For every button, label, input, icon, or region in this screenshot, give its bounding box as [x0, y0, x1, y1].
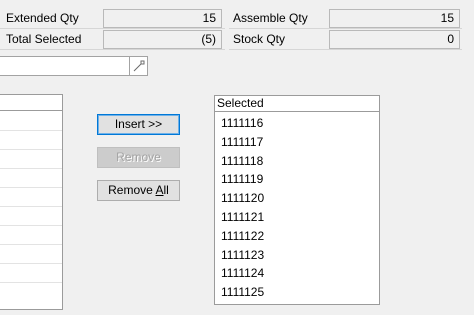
grid-line — [0, 244, 62, 245]
list-item[interactable]: 1111122 — [215, 227, 379, 246]
grid-line — [0, 206, 62, 207]
remove-all-label-suffix: ll — [163, 183, 169, 197]
available-list-header — [0, 94, 63, 111]
list-item[interactable]: 1111120 — [215, 189, 379, 208]
divider — [0, 49, 225, 50]
grid-line — [0, 168, 62, 169]
stock-qty-field: 0 — [329, 30, 460, 49]
remove-all-button[interactable]: Remove All — [97, 180, 180, 201]
extended-qty-field: 15 — [103, 9, 222, 28]
extended-qty-label: Extended Qty — [6, 11, 79, 25]
lookup-arrow-icon — [133, 60, 144, 72]
list-item[interactable]: 1111121 — [215, 208, 379, 227]
insert-button[interactable]: Insert >> — [97, 114, 180, 135]
list-item[interactable]: 1111123 — [215, 246, 379, 265]
list-item[interactable]: 1111118 — [215, 152, 379, 171]
lookup-button[interactable] — [129, 56, 148, 76]
grid-line — [0, 187, 62, 188]
total-selected-field: (5) — [103, 30, 222, 49]
grid-line — [0, 130, 62, 131]
grid-line — [0, 225, 62, 226]
list-item[interactable]: 1111125 — [215, 283, 379, 302]
available-list[interactable] — [0, 94, 63, 310]
stock-qty-label: Stock Qty — [233, 32, 286, 46]
remove-all-label-prefix: Remove — [108, 183, 156, 197]
list-item[interactable]: 1111124 — [215, 264, 379, 283]
list-item[interactable]: 1111119 — [215, 170, 379, 189]
selected-list[interactable]: 1111116 1111117 1111118 1111119 1111120 … — [214, 111, 380, 305]
grid-line — [0, 282, 62, 283]
remove-all-accel-key: A — [155, 183, 164, 197]
remove-button[interactable]: Remove — [97, 147, 180, 168]
assemble-qty-label: Assemble Qty — [233, 11, 308, 25]
list-item[interactable]: 1111117 — [215, 133, 379, 152]
list-item[interactable]: 1111116 — [215, 114, 379, 133]
assemble-qty-field: 15 — [329, 9, 460, 28]
grid-line — [0, 263, 62, 264]
search-input[interactable] — [0, 56, 130, 76]
selected-list-header: Selected — [214, 95, 380, 112]
divider — [229, 49, 462, 50]
total-selected-label: Total Selected — [6, 32, 82, 46]
grid-line — [0, 149, 62, 150]
